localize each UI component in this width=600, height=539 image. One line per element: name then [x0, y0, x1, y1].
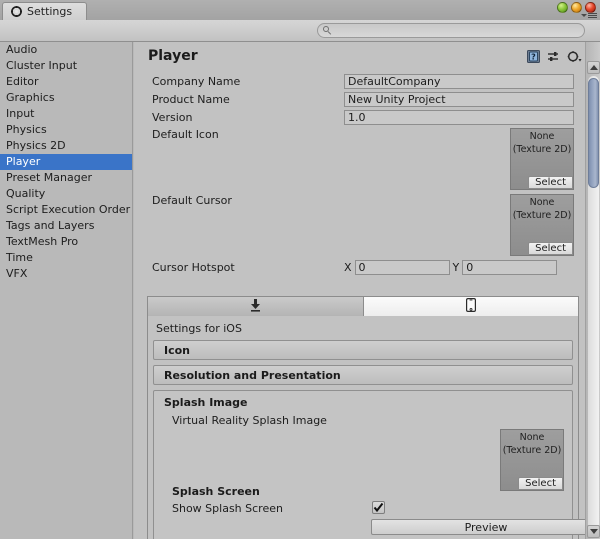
- standalone-platform-tab[interactable]: [148, 297, 364, 316]
- default-icon-label: Default Icon: [152, 128, 219, 141]
- cursor-hotspot-y-field[interactable]: 0: [462, 259, 558, 275]
- product-name-field[interactable]: New Unity Project: [344, 91, 574, 107]
- close-button[interactable]: [585, 2, 596, 13]
- player-properties: Company Name DefaultCompany Product Name…: [134, 72, 574, 276]
- minimize-button[interactable]: [557, 2, 568, 13]
- sidebar-item-tags-and-layers[interactable]: Tags and Layers: [0, 218, 132, 234]
- show-splash-screen-checkbox[interactable]: [372, 501, 385, 514]
- gear-dropdown-icon[interactable]: [567, 50, 582, 66]
- settings-tab-label: Settings: [27, 5, 73, 18]
- default-cursor-select-button[interactable]: Select: [528, 242, 573, 255]
- preview-button[interactable]: Preview: [371, 519, 600, 535]
- hamburger-icon: [588, 13, 597, 18]
- default-cursor-label: Default Cursor: [152, 194, 232, 207]
- sidebar-item-input[interactable]: Input: [0, 106, 132, 122]
- splash-image-header: Splash Image: [164, 396, 248, 409]
- window-menu-button[interactable]: [581, 13, 597, 18]
- mobile-phone-icon: [465, 298, 476, 315]
- sidebar-item-player[interactable]: Player: [0, 154, 132, 170]
- product-name-label: Product Name: [152, 92, 230, 106]
- cursor-hotspot-inputs: X 0 Y 0: [344, 259, 558, 275]
- vr-splash-image-object-field[interactable]: None (Texture 2D) Select: [500, 429, 564, 491]
- default-cursor-value: None (Texture 2D): [512, 197, 572, 221]
- sidebar-item-cluster-input[interactable]: Cluster Input: [0, 58, 132, 74]
- platform-settings-body: Settings for iOS Icon Resolution and Pre…: [147, 316, 600, 539]
- page-title: Player: [148, 48, 198, 64]
- scrollbar-thumb[interactable]: [588, 78, 599, 188]
- section-resolution-and-presentation[interactable]: Resolution and Presentation: [153, 365, 573, 385]
- preset-icon[interactable]: [547, 51, 560, 66]
- ios-platform-tab[interactable]: [363, 297, 578, 316]
- section-resolution-label: Resolution and Presentation: [164, 368, 341, 382]
- scroll-up-button[interactable]: [587, 61, 600, 74]
- default-icon-value: None (Texture 2D): [512, 131, 572, 155]
- company-name-field[interactable]: DefaultCompany: [344, 73, 574, 89]
- section-splash-image: Splash Image Virtual Reality Splash Imag…: [153, 390, 600, 539]
- arrow-up-icon: [589, 65, 598, 70]
- sidebar-item-audio[interactable]: Audio: [0, 42, 132, 58]
- maximize-button[interactable]: [571, 2, 582, 13]
- sidebar-item-time[interactable]: Time: [0, 250, 132, 266]
- scroll-down-button[interactable]: [587, 525, 600, 538]
- default-cursor-object-field[interactable]: None (Texture 2D) Select: [510, 194, 574, 256]
- company-name-label: Company Name: [152, 74, 241, 88]
- sidebar-item-quality[interactable]: Quality: [0, 186, 132, 202]
- toolbar: [0, 20, 600, 42]
- sidebar-item-script-execution-order[interactable]: Script Execution Order: [0, 202, 132, 218]
- sidebar-item-preset-manager[interactable]: Preset Manager: [0, 170, 132, 186]
- panel-header-icons: ?: [527, 50, 582, 66]
- platform-settings: Settings for iOS Icon Resolution and Pre…: [147, 296, 600, 539]
- settings-tab[interactable]: Settings: [2, 2, 88, 20]
- row-company-name: Company Name DefaultCompany: [134, 72, 574, 90]
- help-icon[interactable]: ?: [527, 50, 540, 66]
- row-default-cursor: Default Cursor None (Texture 2D) Select: [134, 192, 574, 258]
- main-scrollbar[interactable]: [585, 42, 600, 539]
- vr-splash-image-select-button[interactable]: Select: [518, 477, 563, 490]
- download-arrow-icon: [250, 298, 261, 315]
- default-icon-object-field[interactable]: None (Texture 2D) Select: [510, 128, 574, 190]
- sidebar-item-graphics[interactable]: Graphics: [0, 90, 132, 106]
- cursor-hotspot-x-field[interactable]: 0: [354, 259, 450, 275]
- row-default-icon: Default Icon None (Texture 2D) Select: [134, 126, 574, 192]
- cursor-hotspot-x-label: X: [344, 260, 352, 274]
- settings-window: Settings Audio Cluster Input Editor Grap…: [0, 0, 600, 539]
- show-splash-screen-label: Show Splash Screen: [172, 502, 283, 515]
- row-preview-button: Preview: [164, 519, 600, 537]
- section-icon[interactable]: Icon: [153, 340, 573, 360]
- player-settings-panel: Player ? Company Name DefaultCompany Pro…: [134, 42, 600, 539]
- vr-splash-image-label: Virtual Reality Splash Image: [172, 414, 327, 427]
- cursor-hotspot-y-label: Y: [452, 260, 460, 274]
- window-controls: [557, 2, 596, 13]
- sidebar-item-textmesh-pro[interactable]: TextMesh Pro: [0, 234, 132, 250]
- cursor-hotspot-label: Cursor Hotspot: [152, 260, 235, 274]
- row-version: Version 1.0: [134, 108, 574, 126]
- version-label: Version: [152, 110, 193, 124]
- search-input[interactable]: [335, 25, 575, 36]
- version-field[interactable]: 1.0: [344, 109, 574, 125]
- platform-tab-bar[interactable]: [147, 296, 579, 316]
- vr-splash-image-value: None (Texture 2D): [502, 432, 562, 456]
- sidebar-item-physics[interactable]: Physics: [0, 122, 132, 138]
- row-cursor-hotspot: Cursor Hotspot X 0 Y 0: [134, 258, 574, 276]
- default-icon-select-button[interactable]: Select: [528, 176, 573, 189]
- gear-icon: [11, 6, 22, 17]
- search-icon: [323, 26, 332, 35]
- section-icon-label: Icon: [164, 343, 191, 357]
- arrow-down-icon: [589, 529, 598, 534]
- settings-for-label: Settings for iOS: [156, 322, 242, 335]
- svg-text:?: ?: [531, 52, 536, 61]
- settings-category-sidebar[interactable]: Audio Cluster Input Editor Graphics Inpu…: [0, 42, 133, 539]
- row-vr-splash-image: Virtual Reality Splash Image None (Textu…: [164, 413, 566, 491]
- row-show-splash-screen: Show Splash Screen: [164, 501, 566, 519]
- sidebar-item-physics-2d[interactable]: Physics 2D: [0, 138, 132, 154]
- sidebar-item-vfx[interactable]: VFX: [0, 266, 132, 282]
- chevron-down-icon: [581, 14, 587, 17]
- title-bar: Settings: [0, 0, 600, 21]
- search-box[interactable]: [317, 23, 585, 38]
- row-product-name: Product Name New Unity Project: [134, 90, 574, 108]
- sidebar-item-editor[interactable]: Editor: [0, 74, 132, 90]
